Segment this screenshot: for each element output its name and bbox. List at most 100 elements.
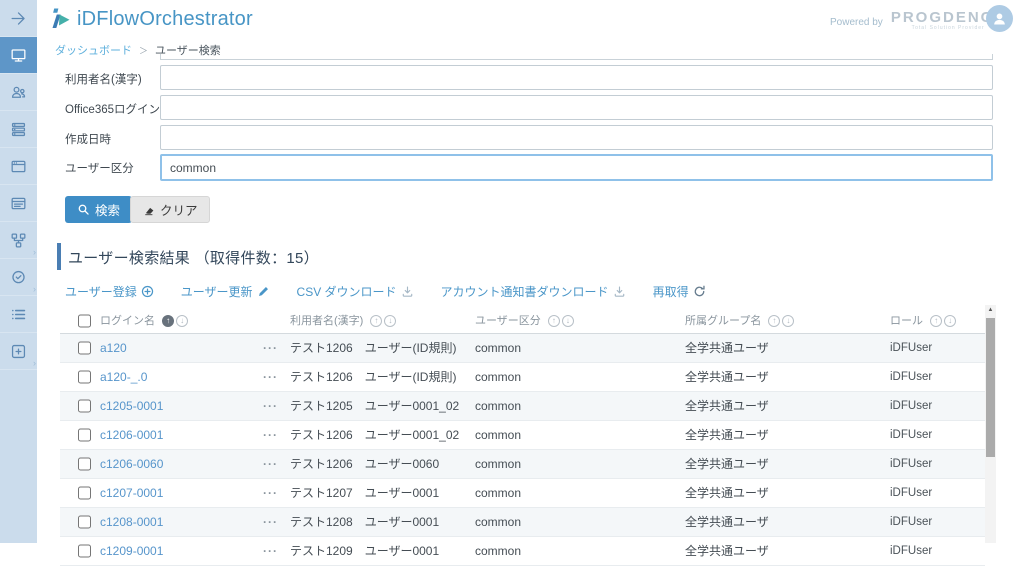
login-link[interactable]: c1209-0001 [100,537,163,566]
sidebar-item-collapse[interactable] [0,0,37,37]
created-at-label: 作成日時 [65,131,111,147]
search-button[interactable]: 検索 [65,196,132,223]
row-more-button[interactable]: ··· [263,421,278,450]
table-row: a120 ··· テスト1206 ユーザー(ID規則) common 全学共通ユ… [60,334,985,363]
row-checkbox[interactable] [78,545,91,558]
row-more-button[interactable]: ··· [263,537,278,566]
table-row: c1208-0001 ··· テスト1208 ユーザー0001 common 全… [60,508,985,537]
clear-button[interactable]: クリア [130,196,210,223]
kubun-cell: common [475,421,521,450]
select-all-checkbox[interactable] [78,314,91,327]
row-checkbox[interactable] [78,458,91,471]
clipped-input-field[interactable] [160,54,993,60]
sidebar-item-workflow[interactable]: › [0,222,37,259]
user-name-cell: テスト1206 ユーザー0001_02 [290,421,459,450]
user-register-link[interactable]: ユーザー登録 [65,283,154,300]
table-scrollbar[interactable]: ▲ [985,305,996,543]
column-login[interactable]: ログイン名 ↑↓ [100,308,188,334]
section-accent-bar [57,243,61,270]
app-logo[interactable]: iDFlowOrchestrator [48,6,253,32]
powered-by-label: Powered by [830,17,883,28]
group-cell: 全学共通ユーザ [685,479,769,508]
row-checkbox[interactable] [78,342,91,355]
sidebar-item-list[interactable] [0,296,37,333]
role-cell: iDFUser [890,363,932,392]
sort-asc-icon[interactable]: ↑ [768,315,780,327]
row-checkbox[interactable] [78,516,91,529]
eraser-icon [142,203,155,216]
sidebar-item-window-alt[interactable] [0,185,37,222]
user-update-link[interactable]: ユーザー更新 [181,283,270,300]
user-avatar[interactable] [986,5,1013,32]
row-more-button[interactable]: ··· [263,334,278,363]
row-more-button[interactable]: ··· [263,450,278,479]
breadcrumb-separator: ＞ [139,44,148,57]
kubun-cell: common [475,508,521,537]
login-link[interactable]: c1205-0001 [100,392,163,421]
form-row-kanji-name: 利用者名(漢字) [0,65,1024,91]
kanji-name-input[interactable] [160,65,993,90]
column-name[interactable]: 利用者名(漢字) ↑↓ [290,308,396,334]
window-list-icon [9,194,28,213]
table-row: c1207-0001 ··· テスト1207 ユーザー0001 common 全… [60,479,985,508]
created-at-input[interactable] [160,125,993,150]
login-link[interactable]: c1207-0001 [100,479,163,508]
chevron-right-icon: › [33,285,36,294]
group-cell: 全学共通ユーザ [685,421,769,450]
box-plus-icon [9,342,28,361]
account-notice-download-link[interactable]: アカウント通知書ダウンロード [441,283,626,300]
sort-desc-icon[interactable]: ↓ [562,315,574,327]
sort-desc-icon[interactable]: ↓ [944,315,956,327]
row-checkbox[interactable] [78,429,91,442]
row-more-button[interactable]: ··· [263,479,278,508]
shield-check-icon [9,268,28,287]
user-kubun-input[interactable] [160,154,993,181]
login-link[interactable]: a120-_.0 [100,363,147,392]
person-icon [991,10,1008,27]
column-role[interactable]: ロール ↑↓ [890,308,956,334]
row-checkbox[interactable] [78,400,91,413]
column-kubun[interactable]: ユーザー区分 ↑↓ [475,308,574,334]
sort-desc-icon[interactable]: ↓ [384,315,396,327]
kubun-cell: common [475,537,521,566]
user-name-cell: テスト1206 ユーザー(ID規則) [290,334,456,363]
refresh-icon [693,285,706,298]
row-more-button[interactable]: ··· [263,508,278,537]
pencil-icon [257,285,270,298]
breadcrumb-dashboard-link[interactable]: ダッシュボード [55,42,132,58]
table-row: a120-_.0 ··· テスト1206 ユーザー(ID規則) common 全… [60,363,985,392]
row-more-button[interactable]: ··· [263,392,278,421]
login-link[interactable]: c1206-0001 [100,421,163,450]
office365-id-input[interactable] [160,95,993,120]
row-more-button[interactable]: ··· [263,363,278,392]
login-link[interactable]: a120 [100,334,127,363]
csv-download-link[interactable]: CSV ダウンロード [297,283,414,300]
kubun-cell: common [475,479,521,508]
login-link[interactable]: c1208-0001 [100,508,163,537]
role-cell: iDFUser [890,450,932,479]
sort-asc-icon[interactable]: ↑ [930,315,942,327]
row-checkbox[interactable] [78,487,91,500]
role-cell: iDFUser [890,421,932,450]
sidebar-item-security[interactable]: › [0,259,37,296]
user-register-label: ユーザー登録 [65,283,137,300]
office365-id-label: Office365ログインID [65,101,172,117]
sort-desc-icon[interactable]: ↓ [176,315,188,327]
role-cell: iDFUser [890,392,932,421]
sidebar-item-addon[interactable]: › [0,333,37,370]
refetch-link[interactable]: 再取得 [653,283,706,300]
sort-asc-icon[interactable]: ↑ [162,315,174,327]
login-link[interactable]: c1206-0060 [100,450,163,479]
sort-desc-icon[interactable]: ↓ [782,315,794,327]
arrow-right-icon [9,9,28,28]
row-checkbox[interactable] [78,371,91,384]
column-group[interactable]: 所属グループ名 ↑↓ [685,308,794,334]
kubun-cell: common [475,334,521,363]
sort-asc-icon[interactable]: ↑ [370,315,382,327]
scrollbar-up-arrow-icon[interactable]: ▲ [985,307,996,313]
table-actions: ユーザー登録 ユーザー更新 CSV ダウンロード アカウント通知書ダウンロード … [65,283,706,300]
scrollbar-thumb[interactable] [986,318,995,457]
idflow-logo-icon [48,6,74,32]
chevron-right-icon: › [33,248,36,257]
sort-asc-icon[interactable]: ↑ [548,315,560,327]
